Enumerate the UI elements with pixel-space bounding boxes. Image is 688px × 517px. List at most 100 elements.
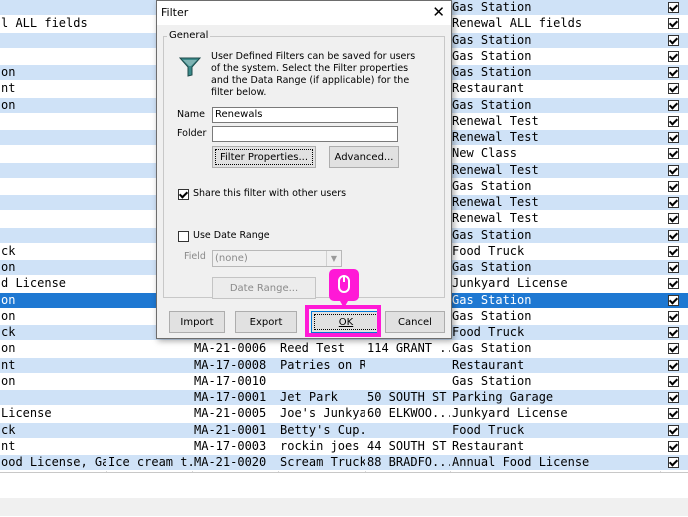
table-row[interactable]: License MA-21-0005 Joe's Junkyard60 ELKWOO… [0, 406, 688, 423]
row-checkbox[interactable] [668, 343, 679, 355]
row-checkbox[interactable] [668, 67, 679, 78]
table-row[interactable]: nt MA-17-0008 Patries on R... Restaurant [0, 357, 688, 374]
row-checkbox[interactable] [668, 115, 679, 127]
table-cell: MA-21-0020 [194, 455, 267, 469]
row-checkbox[interactable] [668, 359, 679, 371]
date-range-button[interactable]: Date Range... [212, 277, 316, 299]
table-cell: MA-17-0008 [194, 357, 267, 372]
table-cell: Gas Station [452, 292, 532, 307]
row-checkbox[interactable] [668, 245, 679, 257]
table-cell [0, 179, 106, 195]
table-cell: Gas Station [452, 0, 532, 14]
row-checkbox[interactable] [668, 18, 679, 30]
table-cell: MA-21-0006 [194, 341, 267, 356]
table-cell [366, 423, 450, 439]
date-range-label: Date Range... [229, 282, 299, 294]
table-cell: MA-17-0010 [194, 373, 267, 388]
status-strip [0, 498, 688, 516]
field-select-value: (none) [215, 253, 248, 264]
row-checkbox[interactable] [668, 278, 679, 290]
advanced-button[interactable]: Advanced... [329, 146, 399, 168]
table-cell: nt [1, 81, 16, 96]
table-cell: on [1, 373, 16, 388]
table-cell: 44 SOUTH ST [367, 438, 447, 453]
import-button[interactable]: Import [169, 311, 225, 333]
close-icon[interactable]: ✕ [432, 3, 445, 21]
table-row[interactable]: nt MA-17-0003 rockin joes 44 SOUTH ST Restau… [0, 438, 688, 455]
name-input[interactable]: Renewals [212, 107, 398, 123]
table-cell [0, 211, 106, 227]
mouse-click-indicator [329, 269, 359, 308]
dialog-titlebar: Filter ✕ [157, 1, 451, 25]
table-cell: Jet Park [280, 390, 338, 404]
table-row[interactable]: MA-17-0001 Jet Park 50 SOUTH ST Parking Gar… [0, 390, 688, 407]
table-cell [0, 228, 106, 244]
row-checkbox[interactable] [668, 99, 679, 111]
row-checkbox[interactable] [668, 213, 679, 225]
table-cell: 60 ELKWOO... [367, 406, 450, 421]
cancel-label: Cancel [398, 316, 432, 328]
table-cell: on [1, 308, 16, 323]
name-label: Name [177, 109, 206, 120]
row-checkbox[interactable] [668, 375, 679, 387]
table-cell: Renewal Test [452, 211, 539, 226]
table-cell: on [1, 341, 16, 356]
row-checkbox[interactable] [668, 83, 679, 95]
cancel-button[interactable]: Cancel [385, 311, 445, 333]
table-cell: on [1, 97, 16, 112]
table-cell: New Class [452, 146, 518, 161]
row-checkbox[interactable] [668, 310, 679, 322]
table-cell: Gas Station [452, 65, 532, 79]
share-filter-checkbox[interactable] [178, 189, 189, 200]
row-checkbox[interactable] [668, 424, 679, 436]
ok-button[interactable]: OK [311, 311, 381, 333]
row-checkbox[interactable] [668, 50, 679, 62]
table-cell: 114 GRANT ... [367, 341, 450, 356]
table-cell [107, 439, 192, 455]
row-checkbox[interactable] [668, 164, 679, 176]
table-cell: MA-21-0001 [194, 422, 267, 437]
table-cell: ck [1, 325, 16, 339]
row-checkbox[interactable] [668, 440, 679, 452]
table-cell [0, 49, 106, 65]
table-cell: Food Truck [452, 243, 525, 258]
table-cell [0, 114, 106, 130]
table-cell: Gas Station [452, 48, 532, 63]
table-cell: Gas Station [452, 97, 532, 112]
filter-dialog: Filter ✕ General User Defined Filters ca… [156, 0, 452, 339]
row-checkbox[interactable] [668, 180, 679, 192]
row-checkbox[interactable] [668, 197, 679, 208]
row-checkbox[interactable] [668, 132, 679, 143]
table-row[interactable]: on MA-17-0010 Gas Station [0, 373, 688, 390]
row-checkbox[interactable] [668, 229, 679, 241]
row-checkbox[interactable] [668, 2, 679, 13]
folder-input[interactable] [212, 126, 398, 142]
general-group-label: General [167, 30, 211, 41]
field-select[interactable]: (none) ▼ [212, 250, 342, 267]
table-cell: Patries on R... [280, 357, 365, 372]
filter-properties-label: Filter Properties... [219, 151, 309, 163]
row-checkbox[interactable] [668, 392, 679, 403]
table-cell [0, 163, 106, 179]
table-row[interactable]: on MA-21-0006 Reed Test 114 GRANT ...Gas St… [0, 341, 688, 358]
table-row[interactable]: ood License, Gas...Ice cream t...MA-21-0… [0, 455, 688, 472]
row-checkbox[interactable] [668, 327, 679, 338]
table-cell: Ice cream t... [108, 455, 192, 469]
row-checkbox[interactable] [668, 148, 679, 160]
row-checkbox[interactable] [668, 457, 679, 468]
table-row[interactable]: ck MA-21-0001 Betty's Cup... Food Truck [0, 422, 688, 439]
export-button[interactable]: Export [235, 311, 297, 333]
table-cell: on [1, 65, 16, 79]
row-checkbox[interactable] [668, 34, 679, 46]
row-checkbox[interactable] [668, 294, 679, 306]
table-cell: License [1, 406, 52, 421]
row-checkbox[interactable] [668, 262, 679, 273]
table-cell: Renewal Test [452, 130, 539, 144]
filter-properties-button[interactable]: Filter Properties... [212, 146, 316, 168]
use-date-range-checkbox[interactable] [178, 231, 189, 242]
table-cell: Reed Test [280, 341, 346, 356]
table-cell: Restaurant [452, 438, 525, 453]
row-checkbox[interactable] [668, 408, 679, 420]
table-cell [0, 0, 106, 16]
table-cell [0, 390, 106, 406]
